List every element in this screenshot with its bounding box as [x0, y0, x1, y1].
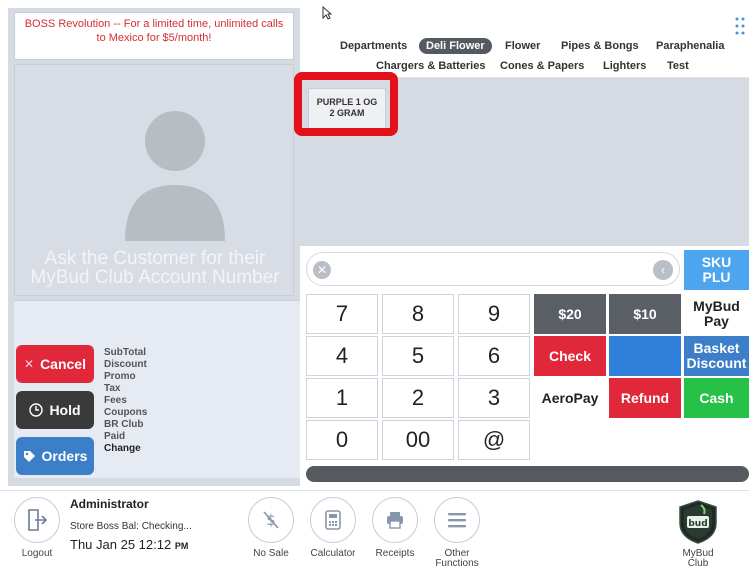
blank-blue-button[interactable]: [609, 336, 681, 376]
sku-label: SKU: [701, 254, 732, 270]
customer-prompt: Ask the Customer for their MyBud Club Ac…: [30, 248, 280, 288]
tag-icon: [23, 450, 35, 462]
key-3[interactable]: 3: [458, 378, 530, 418]
totals-coupons-label: Coupons: [104, 407, 148, 418]
hold-label: Hold: [49, 402, 81, 418]
customer-panel[interactable]: Ask the Customer for their MyBud Club Ac…: [14, 64, 294, 296]
menu-dots-icon[interactable]: [735, 16, 745, 38]
refund-button[interactable]: Refund: [609, 378, 681, 418]
totals-tax-label: Tax: [104, 383, 121, 394]
tab-pipes-bongs[interactable]: Pipes & Bongs: [561, 38, 639, 54]
twenty-dollar-button[interactable]: $20: [534, 294, 606, 334]
clock-icon: [29, 403, 44, 417]
calculator-icon: [325, 510, 341, 530]
totals-list: SubTotal Discount Promo Tax Fees Coupons…: [104, 347, 204, 455]
logout-label: Logout: [21, 548, 53, 559]
check-button[interactable]: Check: [534, 336, 606, 376]
store-balance: Store Boss Bal: Checking...: [70, 521, 192, 532]
totals-discount-label: Discount: [104, 359, 147, 370]
aeropay-button[interactable]: AeroPay: [534, 378, 606, 418]
cancel-button[interactable]: ✕ Cancel: [16, 345, 94, 383]
key-6[interactable]: 6: [458, 336, 530, 376]
user-name: Administrator: [70, 497, 149, 511]
am-pm: PM: [174, 541, 189, 551]
sku-plu-button[interactable]: SKU PLU: [684, 250, 749, 290]
tab-paraphenalia[interactable]: Paraphenalia: [656, 38, 724, 54]
key-5[interactable]: 5: [382, 336, 454, 376]
tab-departments[interactable]: Departments: [340, 38, 407, 54]
key-2[interactable]: 2: [382, 378, 454, 418]
plu-label: PLU: [702, 269, 731, 285]
other-functions-button[interactable]: [434, 497, 480, 543]
orders-button[interactable]: Orders: [16, 437, 94, 475]
logout-button[interactable]: [14, 497, 60, 543]
pos-app: BOSS Revolution -- For a limited time, u…: [0, 0, 749, 574]
highlight-annotation: [294, 72, 398, 136]
orders-label: Orders: [41, 448, 88, 464]
hamburger-icon: [448, 513, 466, 528]
no-sale-label: No Sale: [253, 548, 289, 559]
no-sale-button[interactable]: $: [248, 497, 294, 543]
ten-dollar-button[interactable]: $10: [609, 294, 681, 334]
calculator-label: Calculator: [310, 548, 356, 559]
key-9[interactable]: 9: [458, 294, 530, 334]
clear-icon[interactable]: ✕: [313, 261, 331, 279]
svg-text:bud: bud: [688, 519, 707, 529]
tab-flower[interactable]: Flower: [505, 38, 540, 54]
receipts-label: Receipts: [375, 548, 415, 559]
tab-test[interactable]: Test: [667, 58, 689, 74]
totals-paid-label: Paid: [104, 431, 126, 442]
key-at[interactable]: @: [458, 420, 530, 460]
left-column: BOSS Revolution -- For a limited time, u…: [8, 8, 300, 486]
cancel-label: Cancel: [40, 356, 86, 372]
printer-icon: [387, 512, 403, 529]
customer-avatar-icon: [125, 111, 225, 241]
key-4[interactable]: 4: [306, 336, 378, 376]
cash-button[interactable]: Cash: [684, 378, 749, 418]
key-1[interactable]: 1: [306, 378, 378, 418]
receipts-button[interactable]: [372, 497, 418, 543]
chevron-left-icon[interactable]: ‹: [653, 260, 673, 280]
mybud-club-label: MyBud Club: [682, 548, 714, 569]
close-icon: ✕: [24, 357, 35, 371]
tab-cones-papers[interactable]: Cones & Papers: [500, 58, 584, 74]
horizontal-scrollbar[interactable]: [306, 466, 749, 482]
logout-icon: [28, 509, 48, 531]
bottom-bar: Logout Administrator Store Boss Bal: Che…: [0, 490, 749, 574]
date-time: Thu Jan 25 12:12 PM: [70, 537, 188, 552]
key-7[interactable]: 7: [306, 294, 378, 334]
mouse-cursor-icon: [322, 6, 332, 20]
mybud-shield-icon: bud: [679, 500, 717, 544]
tab-deli-flower[interactable]: Deli Flower: [419, 38, 492, 54]
date-text: Thu Jan 25 12:12: [70, 537, 172, 552]
promo-banner: BOSS Revolution -- For a limited time, u…: [14, 12, 294, 60]
hold-button[interactable]: Hold: [16, 391, 94, 429]
key-00[interactable]: 00: [382, 420, 454, 460]
totals-promo-label: Promo: [104, 371, 136, 382]
key-8[interactable]: 8: [382, 294, 454, 334]
sku-input[interactable]: ✕ ‹: [306, 252, 680, 286]
totals-panel: ✕ Cancel Hold Orders SubTotal Discount P…: [14, 300, 300, 478]
totals-change-label: Change: [104, 443, 141, 454]
other-functions-label: Other Functions: [435, 548, 479, 569]
no-money-icon: $: [263, 511, 279, 529]
totals-brclub-label: BR Club: [104, 419, 144, 430]
basket-discount-button[interactable]: Basket Discount: [684, 336, 749, 376]
keypad: 7 8 9 4 5 6 1 2 3 0 00 @ $20 $10 MyBud P…: [300, 290, 749, 486]
category-tabs: Departments Deli Flower Flower Pipes & B…: [300, 0, 749, 78]
key-0[interactable]: 0: [306, 420, 378, 460]
totals-subtotal-label: SubTotal: [104, 347, 147, 358]
mybud-club-button[interactable]: bud: [676, 499, 720, 545]
calculator-button[interactable]: [310, 497, 356, 543]
tab-lighters[interactable]: Lighters: [603, 58, 646, 74]
totals-fees-label: Fees: [104, 395, 127, 406]
mybud-pay-button[interactable]: MyBud Pay: [684, 294, 749, 334]
